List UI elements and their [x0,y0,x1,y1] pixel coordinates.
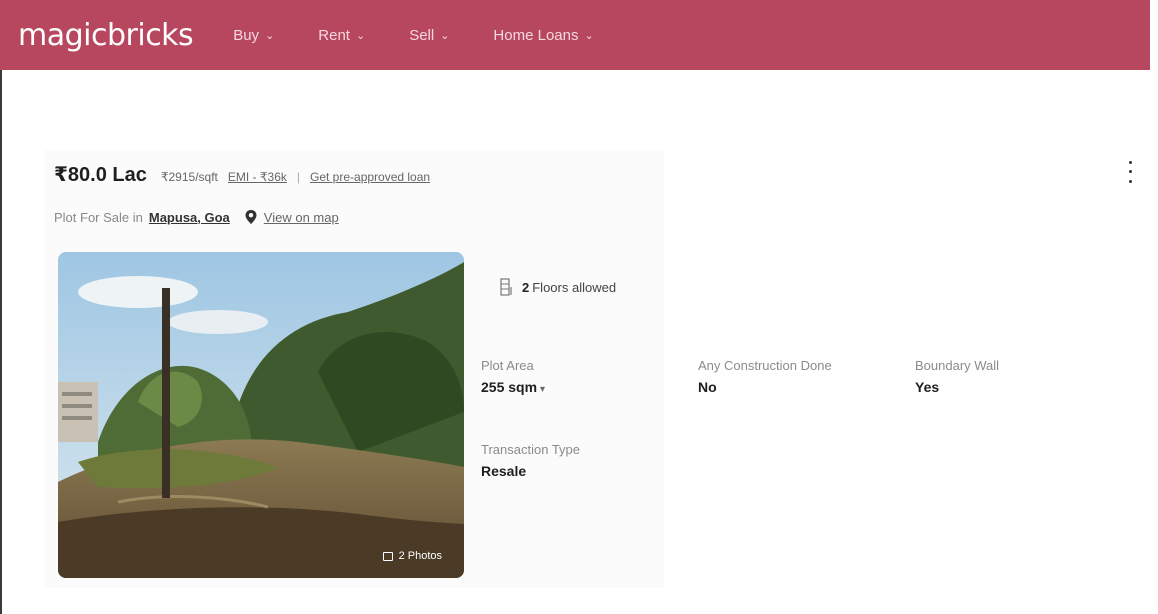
boundary-wall-value: Yes [915,379,940,395]
nav-rent-label: Rent [318,26,350,44]
boundary-wall-field: Boundary Wall Yes [915,358,999,395]
price-row: ₹80.0 Lac ₹2915/sqft EMI - ₹36k | Get pr… [54,162,430,187]
chevron-down-icon: ⌄ [584,29,594,42]
chevron-down-icon: ⌄ [355,29,366,42]
chevron-down-icon: ▾ [540,384,546,395]
floors-allowed: 2 Floors allowed [500,278,616,296]
transaction-type-field: Transaction Type Resale [481,442,580,479]
pre-approved-loan-link[interactable]: Get pre-approved loan [310,170,430,184]
location-link[interactable]: Mapusa, Goa [149,210,230,225]
construction-value: No [698,379,717,395]
magicbricks-logo[interactable]: magicbricks [18,18,194,53]
top-navigation-bar: magicbricks Buy ⌄ Rent ⌄ Sell ⌄ Home Loa… [0,0,1150,70]
emi-link[interactable]: EMI - ₹36k [228,170,287,184]
nav-home-loans-label: Home Loans [493,26,579,44]
plot-area-value[interactable]: 255 sqm ▾ [481,379,545,395]
nav-rent[interactable]: Rent ⌄ [318,27,365,44]
nav-sell-label: Sell [409,26,435,44]
more-options-button[interactable] [1122,158,1138,186]
chevron-down-icon: ⌄ [440,29,450,42]
plot-area-label: Plot Area [481,358,534,373]
price: ₹80.0 Lac [54,164,147,186]
main-nav: Buy ⌄ Rent ⌄ Sell ⌄ Home Loans ⌄ [233,27,638,44]
boundary-wall-label: Boundary Wall [915,358,1000,373]
chevron-down-icon: ⌄ [265,29,275,42]
photo-icon [382,551,393,561]
map-pin-icon [245,210,257,224]
card-clip [664,150,676,588]
plot-area-field: Plot Area 255 sqm ▾ [481,358,545,395]
property-photo[interactable]: 2 Photos [58,252,464,578]
construction-label: Any Construction Done [698,358,832,373]
photo-count-label: 2 Photos [398,550,442,562]
nav-buy-label: Buy [233,26,260,44]
nav-buy[interactable]: Buy ⌄ [233,27,274,44]
separator: | [296,170,300,184]
location-row: Plot For Sale in Mapusa, Goa View on map [54,209,339,225]
construction-field: Any Construction Done No [698,358,832,395]
floors-text: Floors allowed [532,279,617,295]
photo-image [58,252,464,578]
nav-sell[interactable]: Sell ⌄ [409,27,449,44]
transaction-type-label: Transaction Type [481,442,580,457]
transaction-type-value: Resale [481,463,527,479]
photo-count-badge[interactable]: 2 Photos [382,550,442,562]
more-vertical-icon [1128,161,1132,165]
floors-count: 2 [522,279,530,295]
nav-home-loans[interactable]: Home Loans ⌄ [493,27,593,44]
view-on-map-link[interactable]: View on map [264,210,339,225]
price-per-sqft: ₹2915/sqft [160,170,218,184]
floors-icon [500,278,512,296]
listing-type: Plot For Sale in [54,209,143,225]
